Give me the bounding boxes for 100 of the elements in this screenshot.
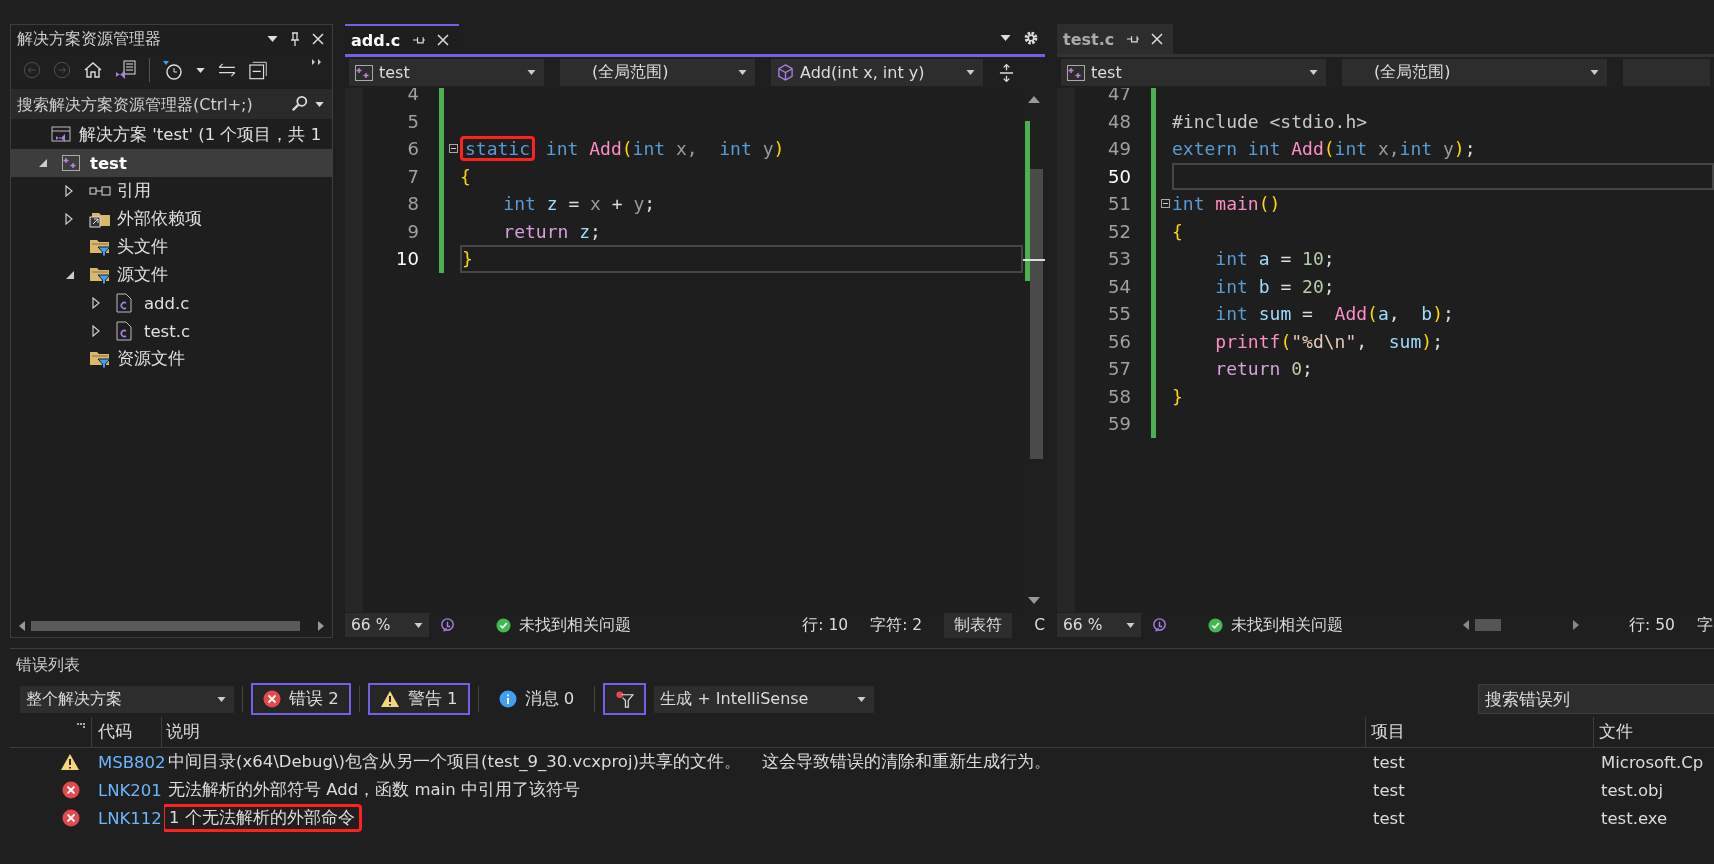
line-number: 51 bbox=[1107, 192, 1131, 216]
scroll-down-icon[interactable] bbox=[1028, 597, 1040, 604]
column-header[interactable]: 项目 bbox=[1366, 717, 1594, 747]
error-code-link[interactable]: MSB802 bbox=[92, 752, 164, 772]
scroll-right-icon[interactable] bbox=[318, 621, 324, 631]
status-text: 未找到相关问题 bbox=[519, 614, 631, 636]
caret-icon bbox=[738, 70, 747, 75]
panel-title: 错误列表 bbox=[15, 654, 81, 676]
warning-filter-button[interactable]: 警告 1 bbox=[367, 683, 470, 715]
pin-icon[interactable] bbox=[290, 32, 300, 46]
project-dropdown[interactable]: test bbox=[1061, 59, 1326, 86]
tree-item[interactable]: 引用 bbox=[11, 177, 332, 205]
search-field[interactable]: 搜索错误列 bbox=[1478, 684, 1714, 714]
warning-icon bbox=[60, 753, 80, 771]
tree-item[interactable]: 头文件 bbox=[11, 233, 332, 261]
error-code-link[interactable]: LNK201 bbox=[92, 780, 164, 800]
close-icon[interactable] bbox=[312, 33, 324, 45]
project-dropdown[interactable]: test bbox=[349, 59, 544, 86]
switch-views-icon[interactable] bbox=[115, 60, 137, 80]
expanded-arrow-icon[interactable] bbox=[38, 158, 48, 168]
line-number: 52 bbox=[1107, 219, 1131, 244]
horizontal-scrollbar[interactable] bbox=[1463, 619, 1579, 631]
intellicode-icon[interactable] bbox=[1151, 616, 1168, 634]
collapsed-arrow-icon[interactable] bbox=[65, 213, 73, 225]
search-field[interactable]: 搜索解决方案资源管理器(Ctrl+;) bbox=[11, 89, 332, 119]
close-icon[interactable] bbox=[1151, 33, 1164, 45]
zoom-dropdown[interactable]: 66 % bbox=[1057, 613, 1141, 637]
tree-item[interactable]: 外部依赖项 bbox=[11, 205, 332, 233]
table-cell-text: test bbox=[1372, 780, 1406, 800]
code-line: int z = x + y; bbox=[502, 192, 656, 217]
scroll-left-icon[interactable] bbox=[1463, 620, 1469, 630]
expanded-arrow-icon[interactable] bbox=[65, 270, 75, 280]
settings-icon[interactable] bbox=[1023, 30, 1039, 46]
collapsed-arrow-icon[interactable] bbox=[65, 185, 73, 197]
line-number: 10 bbox=[395, 247, 419, 271]
collapsed-arrow-icon[interactable] bbox=[92, 297, 100, 309]
collapse-icon[interactable] bbox=[1160, 199, 1170, 209]
scroll-right-icon[interactable] bbox=[1573, 620, 1579, 630]
column-options-icon[interactable] bbox=[77, 723, 85, 729]
collapse-icon[interactable] bbox=[448, 144, 458, 154]
filter-filter-button[interactable] bbox=[603, 683, 647, 715]
column-header[interactable]: 说明 bbox=[162, 717, 1366, 747]
pin-icon[interactable] bbox=[412, 35, 426, 45]
dropdown-icon[interactable] bbox=[267, 36, 278, 42]
pin-icon[interactable] bbox=[1126, 34, 1140, 44]
scope-dropdown[interactable]: 整个解决方案 bbox=[20, 685, 234, 713]
column-header[interactable]: 文件 bbox=[1594, 717, 1714, 747]
source-dropdown[interactable]: 生成 + IntelliSense bbox=[654, 685, 875, 713]
sync-icon[interactable] bbox=[217, 63, 237, 77]
collapse-all-icon[interactable] bbox=[249, 60, 269, 80]
c-file-icon bbox=[116, 321, 132, 341]
error-filter-button[interactable]: 错误 2 bbox=[251, 683, 351, 715]
table-cell: 中间目录(x64\Debug\)包含从另一个项目(test_9_30.vcxproj)共享的文件。 这会导致错误的清除和重新生成行为。 bbox=[168, 751, 1051, 773]
column-header[interactable]: 代码 bbox=[92, 717, 162, 747]
dropdown-icon[interactable] bbox=[315, 101, 324, 107]
tree-item[interactable]: test bbox=[11, 149, 332, 177]
zoom-dropdown[interactable]: 66 % bbox=[345, 613, 429, 637]
tree-item[interactable]: 资源文件 bbox=[11, 345, 332, 373]
line-number: 53 bbox=[1107, 247, 1131, 271]
collapsed-arrow-icon[interactable] bbox=[92, 325, 100, 337]
tree-item[interactable]: 解决方案 'test' (1 个项目，共 1 bbox=[11, 121, 332, 149]
dropdown-icon[interactable] bbox=[196, 67, 205, 73]
tree-item[interactable]: add.c bbox=[11, 289, 332, 317]
scope-dropdown[interactable]: (全局范围) bbox=[560, 59, 755, 86]
code-line: extern int Add(int x,int y); bbox=[1172, 137, 1476, 162]
filter-folder-icon bbox=[89, 237, 111, 257]
search-icon[interactable] bbox=[291, 95, 309, 113]
table-cell-text: Microsoft.Cp bbox=[1600, 752, 1705, 772]
code-line: { bbox=[460, 164, 471, 189]
member-dropdown[interactable]: Add(int x, int y) bbox=[771, 59, 983, 86]
code-line: printf("%d\n", sum); bbox=[1214, 329, 1443, 354]
tree-item[interactable]: test.c bbox=[11, 317, 332, 345]
code-line: } bbox=[1172, 384, 1183, 409]
scroll-left-icon[interactable] bbox=[19, 621, 25, 631]
line-number: 8 bbox=[406, 192, 419, 216]
line-number: 50 bbox=[1107, 164, 1131, 189]
caret-icon bbox=[414, 622, 423, 628]
split-icon[interactable] bbox=[999, 62, 1014, 83]
check-icon bbox=[496, 617, 511, 633]
c-file-icon bbox=[116, 293, 132, 313]
file-tab[interactable]: test.c bbox=[1057, 24, 1174, 54]
dropdown-icon[interactable] bbox=[1000, 35, 1011, 41]
overflow-icon[interactable] bbox=[312, 59, 322, 65]
line-number: 6 bbox=[406, 137, 419, 161]
code-line: int b = 20; bbox=[1214, 274, 1335, 299]
home-icon[interactable] bbox=[83, 60, 103, 80]
tree-item[interactable]: 源文件 bbox=[11, 261, 332, 289]
code-line: int sum = Add(a, b); bbox=[1214, 302, 1454, 327]
info-filter-button[interactable]: 消息 0 bbox=[486, 683, 587, 715]
caret-icon bbox=[1309, 70, 1318, 75]
error-code-link[interactable]: LNK112 bbox=[92, 808, 164, 828]
scroll-up-icon[interactable] bbox=[1028, 96, 1040, 103]
code-line: } bbox=[462, 247, 473, 272]
scope-dropdown[interactable]: (全局范围) bbox=[1342, 59, 1607, 86]
history-icon[interactable] bbox=[162, 60, 184, 80]
line-number: 56 bbox=[1107, 329, 1131, 354]
close-icon[interactable] bbox=[437, 34, 450, 46]
code-line: int main() bbox=[1172, 192, 1281, 217]
status-item: 字 bbox=[1696, 614, 1713, 636]
intellicode-icon[interactable] bbox=[439, 616, 456, 634]
